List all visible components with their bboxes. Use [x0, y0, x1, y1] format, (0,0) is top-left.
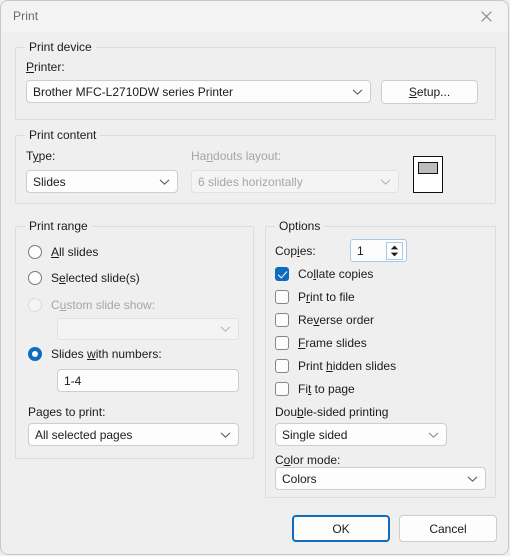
- pages-to-print-combobox[interactable]: All selected pages: [28, 423, 239, 446]
- chevron-down-icon: [428, 431, 439, 438]
- spinner-down-icon[interactable]: [390, 252, 399, 257]
- checkbox-collate-copies[interactable]: Collate copies: [275, 266, 373, 282]
- checkbox-reverse-order[interactable]: Reverse order: [275, 312, 374, 328]
- print-content-group-label: Print content: [25, 128, 101, 142]
- radio-selected-slides[interactable]: Selected slide(s): [28, 270, 140, 286]
- spinner-up-icon[interactable]: [390, 245, 399, 250]
- checkbox-collate-copies-label: Collate copies: [298, 267, 374, 281]
- checkbox-print-hidden-slides-label: Print hidden slides: [298, 359, 397, 373]
- setup-button[interactable]: Setup...: [381, 80, 478, 104]
- cancel-button-label: Cancel: [429, 521, 467, 536]
- chevron-down-icon: [220, 326, 231, 333]
- page-preview-icon: [413, 156, 443, 193]
- radio-custom-slide-show-label: Custom slide show:: [51, 298, 156, 312]
- copies-stepper-buttons[interactable]: [386, 242, 403, 260]
- type-combobox[interactable]: Slides: [26, 170, 178, 193]
- printer-combobox[interactable]: Brother MFC-L2710DW series Printer: [26, 80, 371, 103]
- checkbox-indicator: [275, 359, 289, 373]
- custom-slide-show-combobox[interactable]: [57, 318, 239, 340]
- handouts-layout-value: 6 slides horizontally: [198, 174, 303, 189]
- options-group-label: Options: [275, 219, 325, 233]
- checkbox-frame-slides-label: Frame slides: [298, 336, 367, 350]
- setup-button-label: Setup...: [408, 85, 451, 99]
- color-mode-value: Colors: [282, 471, 317, 486]
- radio-custom-slide-show[interactable]: Custom slide show:: [28, 297, 155, 313]
- cancel-button[interactable]: Cancel: [399, 515, 497, 542]
- slides-with-numbers-input[interactable]: 1-4: [57, 369, 239, 392]
- copies-spinner[interactable]: 1: [350, 239, 407, 262]
- checkbox-indicator: [275, 290, 289, 304]
- checkbox-fit-to-page[interactable]: Fit to page: [275, 381, 355, 397]
- printer-value: Brother MFC-L2710DW series Printer: [33, 84, 234, 99]
- pages-to-print-value: All selected pages: [35, 427, 133, 442]
- handouts-layout-combobox[interactable]: 6 slides horizontally: [191, 170, 399, 193]
- type-value: Slides: [33, 174, 66, 189]
- radio-selected-slides-label: Selected slide(s): [51, 271, 140, 285]
- print-device-group-label: Print device: [25, 40, 96, 54]
- copies-value: 1: [357, 243, 364, 258]
- radio-indicator: [28, 347, 42, 361]
- chevron-down-icon: [220, 431, 231, 438]
- pages-to-print-label: Pages to print:: [28, 405, 106, 419]
- radio-slides-with-numbers-label: Slides with numbers:: [51, 347, 162, 361]
- copies-label: Copies:: [275, 244, 316, 258]
- print-range-group-label: Print range: [25, 219, 92, 233]
- checkbox-indicator: [275, 336, 289, 350]
- color-mode-label: Color mode:: [275, 453, 341, 467]
- checkbox-reverse-order-label: Reverse order: [298, 313, 375, 327]
- checkbox-print-to-file[interactable]: Print to file: [275, 289, 355, 305]
- checkbox-fit-to-page-label: Fit to page: [298, 382, 355, 396]
- chevron-down-icon: [352, 88, 363, 95]
- close-glyph: [480, 11, 492, 22]
- print-dialog: Print Print device Printer: Brother MFC-…: [0, 0, 509, 555]
- checkbox-print-to-file-label: Print to file: [298, 290, 355, 304]
- color-mode-combobox[interactable]: Colors: [275, 467, 486, 490]
- radio-indicator: [28, 271, 42, 285]
- ok-button[interactable]: OK: [292, 515, 390, 542]
- slides-with-numbers-value: 1-4: [64, 373, 82, 388]
- handouts-layout-label: Handouts layout:: [191, 149, 282, 163]
- radio-all-slides[interactable]: All slides: [28, 244, 98, 260]
- double-sided-printing-combobox[interactable]: Single sided: [275, 423, 447, 446]
- checkbox-print-hidden-slides[interactable]: Print hidden slides: [275, 358, 396, 374]
- type-label: Type:: [26, 149, 56, 163]
- ok-button-label: OK: [332, 521, 350, 536]
- close-icon[interactable]: [464, 1, 508, 32]
- double-sided-printing-value: Single sided: [282, 427, 348, 442]
- double-sided-printing-label: Double-sided printing: [275, 405, 389, 419]
- printer-label: Printer:: [26, 60, 65, 74]
- checkbox-indicator: [275, 382, 289, 396]
- page-preview-content: [418, 162, 438, 174]
- dialog-title: Print: [13, 9, 39, 23]
- radio-slides-with-numbers[interactable]: Slides with numbers:: [28, 346, 162, 362]
- radio-indicator: [28, 245, 42, 259]
- chevron-down-icon: [467, 475, 478, 482]
- radio-indicator: [28, 298, 42, 312]
- chevron-down-icon: [159, 178, 170, 185]
- checkbox-indicator: [275, 267, 289, 281]
- checkbox-frame-slides[interactable]: Frame slides: [275, 335, 367, 351]
- chevron-down-icon: [380, 178, 391, 185]
- titlebar: Print: [1, 1, 508, 32]
- radio-all-slides-label: All slides: [51, 245, 99, 259]
- checkbox-indicator: [275, 313, 289, 327]
